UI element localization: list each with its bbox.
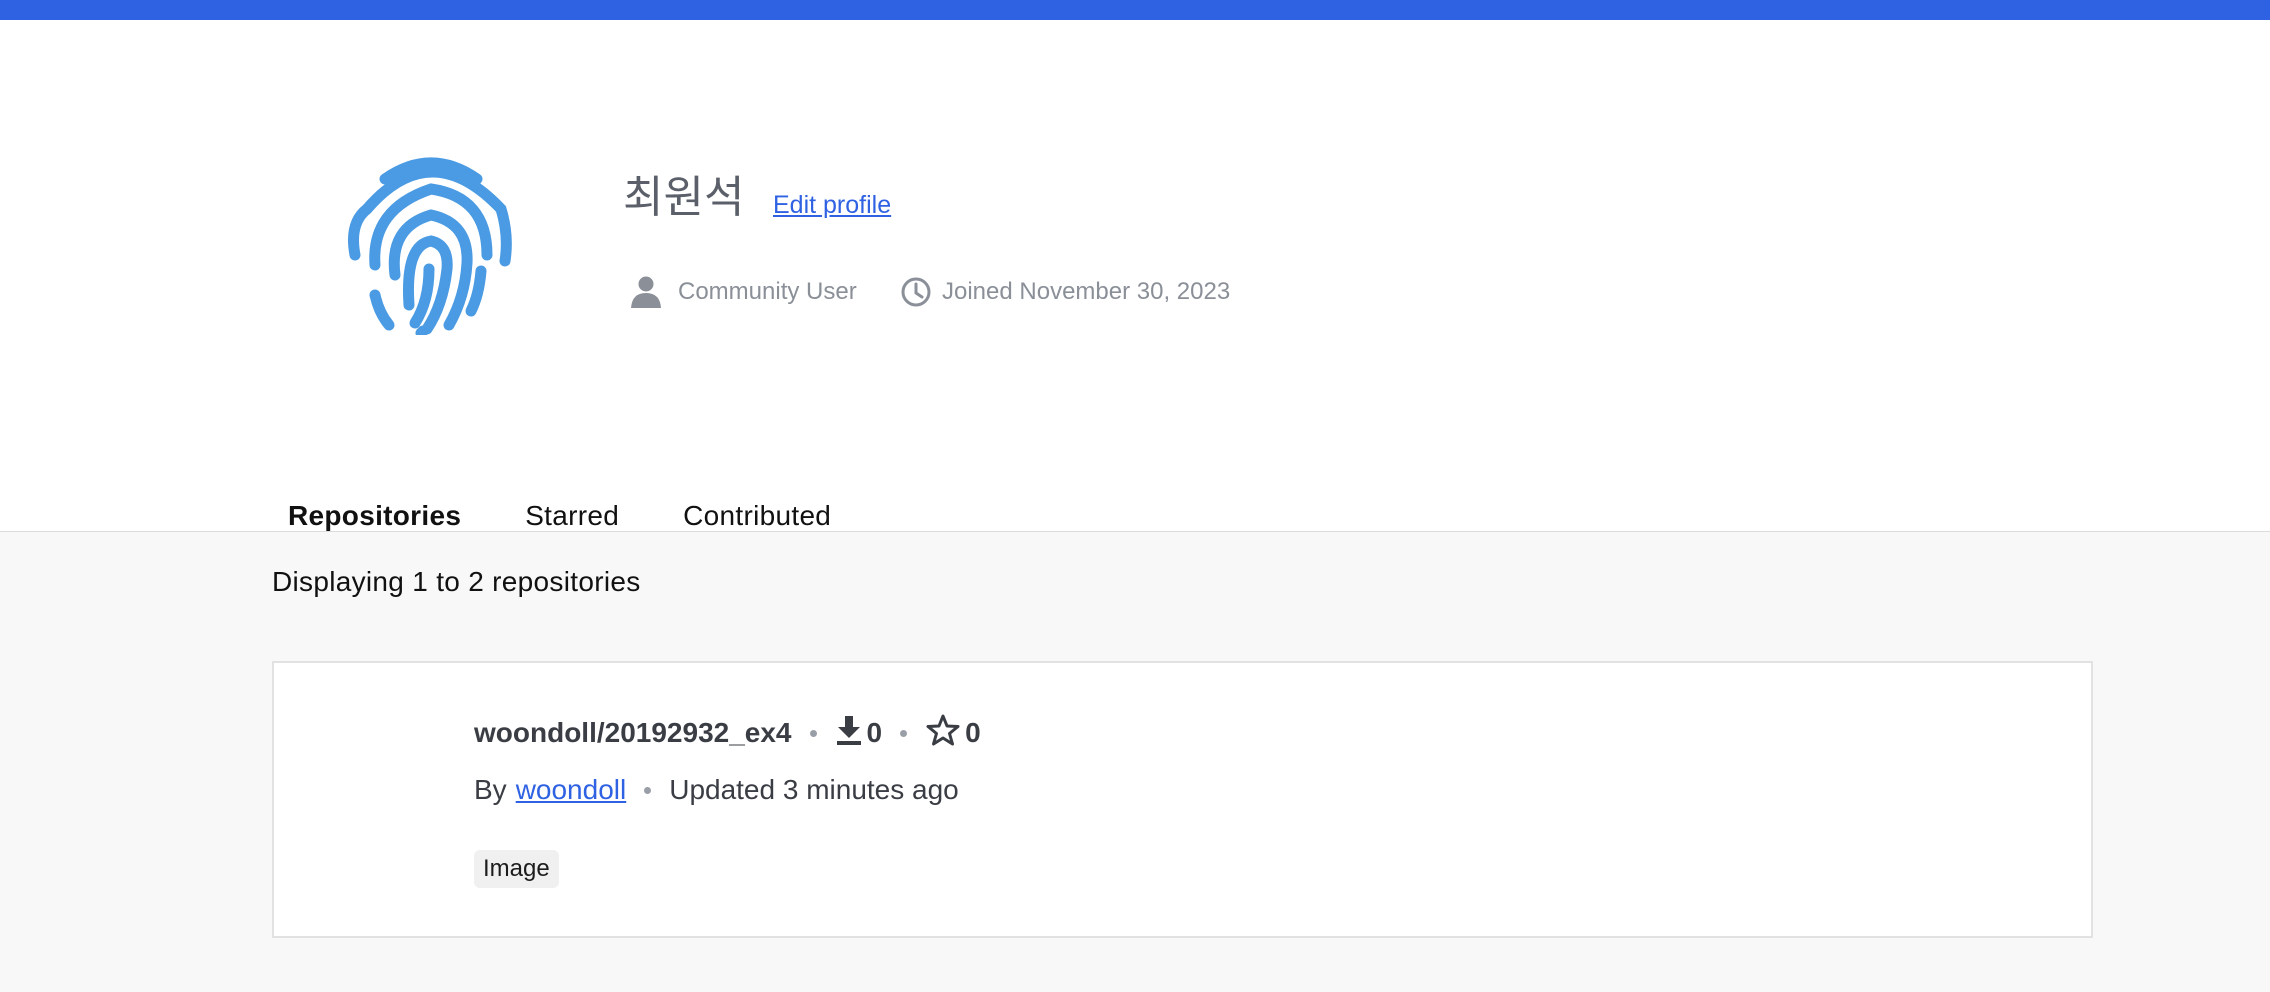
fingerprint-icon <box>345 145 520 339</box>
star-icon <box>925 713 965 754</box>
edit-profile-link[interactable]: Edit profile <box>773 188 891 222</box>
results-count: Displaying 1 to 2 repositories <box>272 566 641 597</box>
download-count-value: 0 <box>866 717 883 748</box>
top-accent-bar <box>0 0 2270 20</box>
separator-dot <box>900 729 908 737</box>
repository-title-row: woondoll/20192932_ex4 0 0 <box>474 713 981 753</box>
profile-role-label: Community User <box>678 278 857 305</box>
profile-joined-label: Joined November 30, 2023 <box>942 278 1231 305</box>
profile-display-name: 최원석 <box>623 172 745 223</box>
updated-text: Updated 3 minutes ago <box>669 774 959 805</box>
repositories-panel: Displaying 1 to 2 repositories woondoll/… <box>0 532 2270 992</box>
star-count: 0 <box>925 713 981 754</box>
separator-dot <box>644 786 652 794</box>
by-prefix: By <box>474 774 507 805</box>
user-icon <box>628 274 664 310</box>
separator-dot <box>809 729 817 737</box>
type-badge: Image <box>474 850 559 888</box>
repository-name[interactable]: woondoll/20192932_ex4 <box>474 717 792 749</box>
download-icon <box>835 714 867 753</box>
download-count: 0 <box>835 714 883 753</box>
clock-icon <box>900 276 932 308</box>
profile-joined: Joined November 30, 2023 <box>900 272 1230 312</box>
owner-link[interactable]: woondoll <box>516 774 627 806</box>
repository-meta-row: By woondoll Updated 3 minutes ago <box>474 770 959 810</box>
repository-card[interactable]: woondoll/20192932_ex4 0 0 By woondoll Up… <box>272 661 2093 938</box>
profile-header: 최원석 Edit profile Community User Joined N… <box>0 20 2270 552</box>
profile-role: Community User <box>628 272 857 312</box>
star-count-value: 0 <box>965 717 981 748</box>
